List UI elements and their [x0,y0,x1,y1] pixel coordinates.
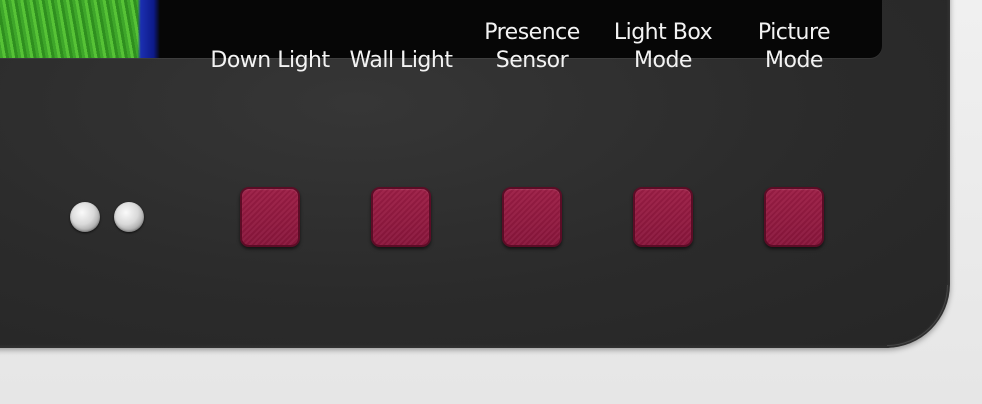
product-photo: Down Light Wall Light Presence Sensor Li… [0,0,982,404]
indicator-led-1 [70,202,100,232]
light-box-mode-button[interactable] [633,187,693,247]
light-box-mode-label: Light Box Mode [613,20,713,73]
wall-light-button[interactable] [371,187,431,247]
wall-light-label: Wall Light [349,48,453,73]
presence-sensor-label: Presence Sensor [484,20,580,73]
indicator-leds [70,202,144,232]
down-light-button[interactable] [240,187,300,247]
down-light-label: Down Light [210,48,330,73]
picture-mode-button[interactable] [764,187,824,247]
indicator-led-2 [114,202,144,232]
screen-image [0,0,160,58]
presence-sensor-button[interactable] [502,187,562,247]
picture-mode-label: Picture Mode [757,20,831,73]
